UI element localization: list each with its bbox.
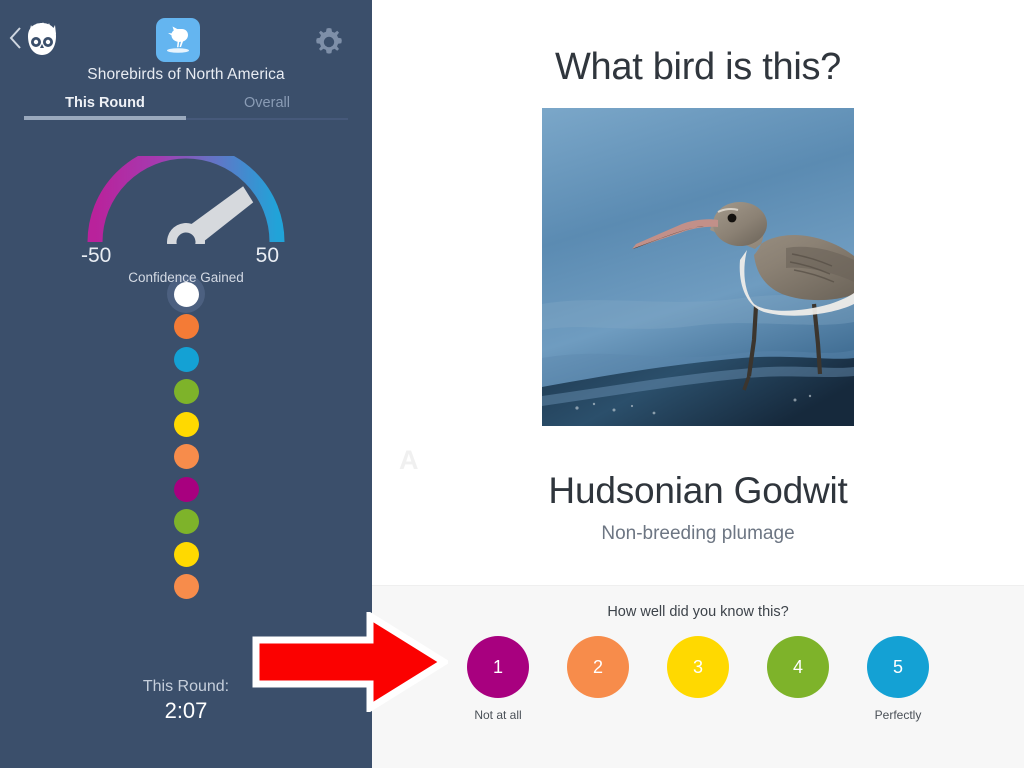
progress-dot-marker bbox=[173, 411, 199, 437]
rating-low-caption: Not at all bbox=[474, 708, 522, 722]
progress-dot-marker bbox=[173, 509, 199, 535]
progress-dot-8 bbox=[173, 506, 199, 539]
tab-underline-inactive bbox=[186, 118, 348, 120]
rating-button-5[interactable]: 5 bbox=[867, 636, 929, 698]
progress-dot-marker bbox=[173, 541, 199, 567]
progress-dot-9 bbox=[173, 538, 199, 571]
gauge-max-label: 50 bbox=[255, 244, 279, 267]
rating-panel: How well did you know this? 1 Not at all 2… bbox=[372, 585, 1024, 768]
page-title: What bird is this? bbox=[554, 46, 842, 88]
progress-dot-3 bbox=[173, 343, 199, 376]
bird-photo bbox=[542, 108, 854, 426]
progress-dot-4 bbox=[173, 376, 199, 409]
progress-dot-6 bbox=[173, 441, 199, 474]
rating-prompt: How well did you know this? bbox=[607, 604, 789, 620]
answer-name: Hudsonian Godwit bbox=[548, 470, 848, 511]
tab-underline bbox=[24, 116, 348, 120]
rating-item-2: 2 bbox=[567, 636, 629, 698]
rating-button-2[interactable]: 2 bbox=[567, 636, 629, 698]
gauge-caption: Confidence Gained bbox=[128, 270, 244, 285]
rating-item-3: 3 bbox=[667, 636, 729, 698]
shorebird-app-icon[interactable] bbox=[156, 18, 200, 62]
confidence-gauge: -50 50 Confidence Gained bbox=[0, 156, 372, 285]
right-arrow-annotation bbox=[252, 609, 451, 715]
gear-icon[interactable] bbox=[313, 26, 345, 58]
progress-dot-marker bbox=[173, 574, 199, 600]
progress-dot-marker bbox=[173, 444, 199, 470]
progress-dot-marker bbox=[173, 346, 199, 372]
rating-item-1: 1 Not at all bbox=[467, 636, 529, 722]
rating-options: 1 Not at all 2 3 4 5 Perfectly bbox=[372, 636, 1024, 722]
app-root: Shorebirds of North America This Round O… bbox=[0, 0, 1024, 768]
main-content: What bird is this? A Hudsonian Godwit No… bbox=[372, 0, 1024, 768]
watermark-letter: A bbox=[399, 445, 419, 475]
tab-underline-active bbox=[24, 116, 186, 120]
progress-dot-marker bbox=[173, 379, 199, 405]
progress-dot-2 bbox=[173, 311, 199, 344]
rating-high-caption: Perfectly bbox=[874, 708, 922, 722]
owl-mascot-icon[interactable] bbox=[22, 20, 62, 60]
gauge-arc bbox=[87, 156, 285, 244]
sidebar-header bbox=[0, 0, 372, 72]
progress-dot-7 bbox=[173, 473, 199, 506]
rating-button-1[interactable]: 1 bbox=[467, 636, 529, 698]
rating-item-5: 5 Perfectly bbox=[867, 636, 929, 722]
progress-dot-list bbox=[0, 275, 372, 604]
sidebar-tabs: This Round Overall bbox=[24, 95, 348, 120]
rating-item-4: 4 bbox=[767, 636, 829, 698]
rating-button-4[interactable]: 4 bbox=[767, 636, 829, 698]
progress-dot-10 bbox=[173, 571, 199, 604]
progress-dot-marker bbox=[173, 476, 199, 502]
gauge-scale: -50 50 bbox=[71, 244, 301, 267]
answer-subtitle: Non-breeding plumage bbox=[601, 523, 795, 544]
rating-button-3[interactable]: 3 bbox=[667, 636, 729, 698]
gauge-min-label: -50 bbox=[81, 244, 112, 267]
progress-dot-5 bbox=[173, 408, 199, 441]
progress-dot-current bbox=[173, 281, 199, 307]
progress-dot-marker bbox=[173, 314, 199, 340]
chevron-left-icon[interactable] bbox=[8, 27, 22, 49]
